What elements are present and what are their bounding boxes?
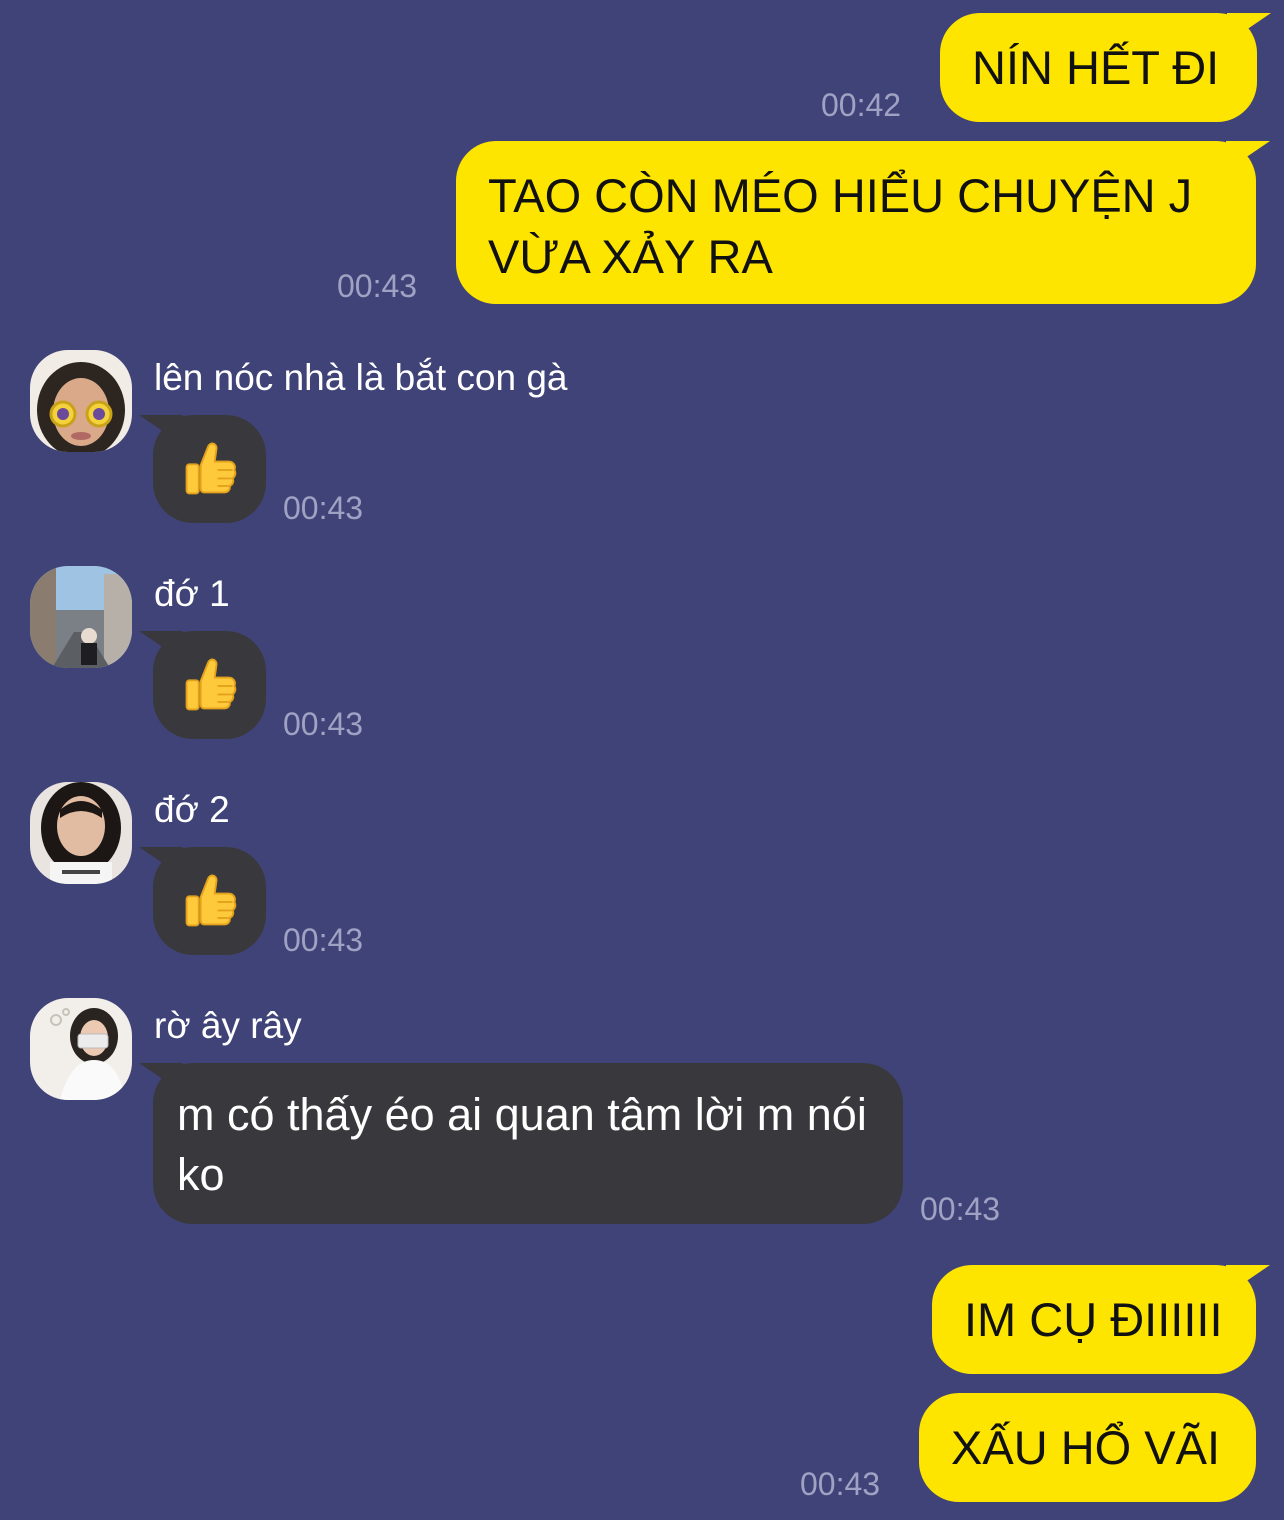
- avatar[interactable]: [30, 998, 132, 1100]
- message-timestamp: 00:43: [283, 922, 364, 958]
- outgoing-bubble[interactable]: TAO CÒN MÉO HIỂU CHUYỆN J VỪA XẢY RA: [456, 141, 1256, 304]
- thumbs-up-icon: [180, 655, 240, 715]
- sender-name: lên nóc nhà là bắt con gà: [154, 357, 568, 398]
- avatar[interactable]: [30, 566, 132, 668]
- message-timestamp: 00:43: [920, 1191, 1001, 1227]
- incoming-bubble[interactable]: m có thấy éo ai quan tâm lời m nói ko: [153, 1063, 903, 1224]
- message-timestamp: 00:43: [283, 706, 364, 742]
- message-timestamp: 00:43: [800, 1466, 881, 1502]
- thumbs-up-icon: [180, 439, 240, 499]
- message-text: IM CỤ ĐIIIIII: [964, 1293, 1223, 1346]
- thumbs-up-icon: [180, 871, 240, 931]
- outgoing-bubble[interactable]: NÍN HẾT ĐI: [940, 13, 1257, 122]
- sender-name: đớ 2: [154, 789, 230, 830]
- message-text: TAO CÒN MÉO HIỂU CHUYỆN J VỪA XẢY RA: [488, 169, 1193, 283]
- incoming-bubble[interactable]: [153, 847, 266, 955]
- incoming-bubble[interactable]: [153, 631, 266, 739]
- message-text: NÍN HẾT ĐI: [972, 41, 1220, 94]
- message-text: m có thấy éo ai quan tâm lời m nói ko: [177, 1089, 867, 1200]
- outgoing-bubble[interactable]: XẤU HỔ VÃI: [919, 1393, 1256, 1502]
- outgoing-bubble[interactable]: IM CỤ ĐIIIIII: [932, 1265, 1256, 1374]
- message-timestamp: 00:42: [821, 87, 902, 123]
- incoming-bubble[interactable]: [153, 415, 266, 523]
- sender-name: đớ 1: [154, 573, 230, 614]
- avatar[interactable]: [30, 782, 132, 884]
- message-text: XẤU HỔ VÃI: [951, 1421, 1221, 1474]
- message-timestamp: 00:43: [337, 268, 418, 304]
- avatar[interactable]: [30, 350, 132, 452]
- sender-name: rờ ây rây: [154, 1005, 302, 1046]
- message-timestamp: 00:43: [283, 490, 364, 526]
